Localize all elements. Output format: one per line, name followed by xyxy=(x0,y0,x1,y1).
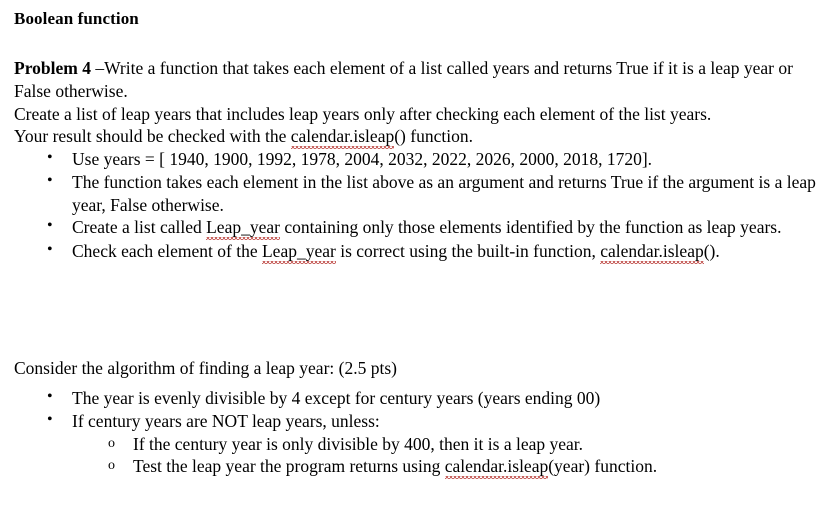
spellcheck-underline-calendar-isleap: calendar.isleap xyxy=(290,125,395,149)
intro-paragraph-block: Problem 4 –Write a function that takes e… xyxy=(14,57,822,149)
verify-instruction-suffix: () function. xyxy=(394,126,473,147)
algorithm-sub-bullet-list: If the century year is only divisible by… xyxy=(72,433,820,480)
bullet-text-function-behavior: The function takes each element in the l… xyxy=(72,171,816,215)
list-item: If century years are NOT leap years, unl… xyxy=(0,409,837,480)
leap-year-identifier-text: Leap_year xyxy=(206,217,280,238)
create-list-instruction: Create a list of leap years that include… xyxy=(14,103,712,124)
problem-statement-paragraph: Problem 4 –Write a function that takes e… xyxy=(14,57,822,103)
calendar-isleap-text: calendar.isleap xyxy=(290,126,395,147)
spellcheck-underline-calendar-isleap-3: calendar.isleap xyxy=(444,455,549,479)
bullet-text-century-years: If century years are NOT leap years, unl… xyxy=(72,410,380,431)
calendar-isleap-text-2: calendar.isleap xyxy=(600,241,704,262)
list-item: Create a list called Leap_year containin… xyxy=(0,215,837,240)
leap-year-identifier-text-2: Leap_year xyxy=(261,241,336,262)
problem-statement-text: –Write a function that takes each elemen… xyxy=(14,58,793,101)
algorithm-lead-in-text: Consider the algorithm of finding a leap… xyxy=(14,358,397,378)
subbullet-text-test-prefix: Test the leap year the program returns u… xyxy=(133,456,445,477)
list-item: If the century year is only divisible by… xyxy=(72,433,820,456)
spellcheck-underline-leap-year-2: Leap_year xyxy=(261,240,336,264)
bullet-text-divisible-by-4: The year is evenly divisible by 4 except… xyxy=(72,388,601,408)
document-page: Boolean function Problem 4 –Write a func… xyxy=(0,0,837,516)
requirements-bullet-list: Use years = [ 1940, 1900, 1992, 1978, 20… xyxy=(0,147,837,264)
calendar-isleap-text-3: calendar.isleap xyxy=(444,456,549,477)
list-item: Use years = [ 1940, 1900, 1992, 1978, 20… xyxy=(0,147,837,171)
bullet-text-check-prefix: Check each element of the xyxy=(72,241,262,262)
bullet-text-check-suffix: (). xyxy=(703,241,720,262)
list-item: The year is evenly divisible by 4 except… xyxy=(0,386,837,410)
bullet-text-create-list-suffix: containing only those elements identifie… xyxy=(279,217,782,238)
bullet-text-check-middle: is correct using the built-in function, xyxy=(335,241,601,262)
bullet-text-create-list-prefix: Create a list called xyxy=(72,217,207,238)
list-item: Test the leap year the program returns u… xyxy=(72,455,820,479)
subbullet-text-divisible-by-400: If the century year is only divisible by… xyxy=(133,433,584,454)
list-item: The function takes each element in the l… xyxy=(0,170,837,217)
spellcheck-underline-calendar-isleap-2: calendar.isleap xyxy=(600,240,704,264)
list-item: Check each element of the Leap_year is c… xyxy=(0,239,837,264)
algorithm-lead-in-block: Consider the algorithm of finding a leap… xyxy=(14,357,822,380)
verify-instruction: Your result should be checked with the c… xyxy=(14,125,822,149)
spellcheck-underline-leap-year: Leap_year xyxy=(206,216,280,240)
verify-instruction-prefix: Your result should be checked with the xyxy=(14,126,291,147)
page-title: Boolean function xyxy=(14,9,139,28)
subbullet-text-test-suffix: (year) function. xyxy=(548,456,658,477)
algorithm-bullet-list: The year is evenly divisible by 4 except… xyxy=(0,386,837,480)
bullet-text-use-years: Use years = [ 1940, 1900, 1992, 1978, 20… xyxy=(72,149,653,169)
problem-label: Problem 4 xyxy=(14,58,91,78)
